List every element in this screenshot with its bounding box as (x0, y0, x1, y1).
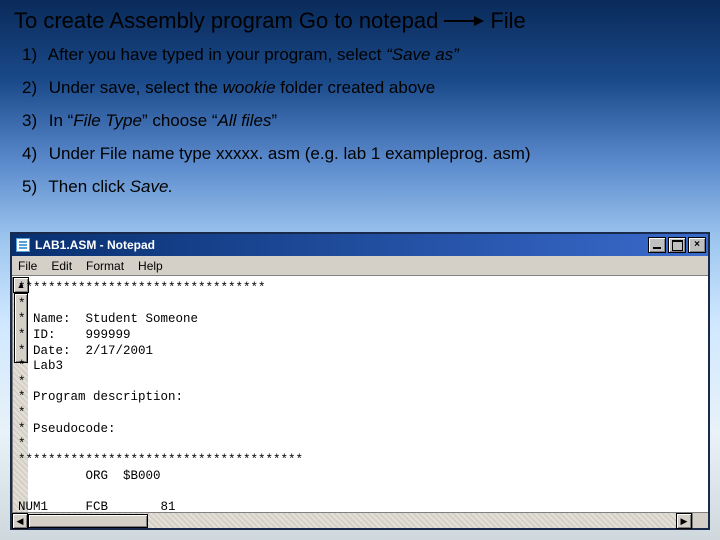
notepad-title-left: LAB1.ASM - Notepad (16, 238, 155, 252)
notepad-inner: ********************************* * * Na… (12, 277, 692, 512)
arrow-right-icon (444, 14, 484, 28)
step-number: 2) (22, 77, 44, 100)
step-number: 3) (22, 110, 44, 133)
scroll-track-horizontal[interactable] (28, 513, 676, 528)
menu-edit[interactable]: Edit (51, 259, 72, 273)
step-text: In “ (49, 111, 74, 130)
slide-title-row: To create Assembly program Go to notepad… (14, 8, 706, 34)
minimize-button[interactable] (648, 237, 666, 253)
scroll-left-button[interactable]: ◀ (12, 513, 28, 529)
step-item: 1) After you have typed in your program,… (22, 44, 706, 67)
menu-format[interactable]: Format (86, 259, 124, 273)
step-item: 4) Under File name type xxxxx. asm (e.g.… (22, 143, 706, 166)
horizontal-scrollbar[interactable]: ◀ ▶ (12, 512, 692, 528)
notepad-title-text: LAB1.ASM - Notepad (35, 238, 155, 252)
step-number: 5) (22, 176, 44, 199)
scroll-right-button[interactable]: ▶ (676, 513, 692, 529)
step-emphasis: wookie (223, 78, 276, 97)
step-item: 5) Then click Save. (22, 176, 706, 199)
step-text-mid: ” choose “ (142, 111, 218, 130)
notepad-client-area: ********************************* * * Na… (12, 276, 708, 528)
menu-file[interactable]: File (18, 259, 37, 273)
slide-title-right: File (490, 8, 525, 34)
window-buttons: × (648, 237, 706, 253)
notepad-menubar: File Edit Format Help (12, 256, 708, 276)
scroll-thumb-horizontal[interactable] (28, 514, 148, 528)
step-text: After you have typed in your program, se… (48, 45, 386, 64)
step-number: 1) (22, 44, 44, 67)
maximize-button[interactable] (668, 237, 686, 253)
step-text: Under save, select the (49, 78, 223, 97)
notepad-text-content[interactable]: ********************************* * * Na… (12, 277, 692, 512)
steps-list: 1) After you have typed in your program,… (14, 44, 706, 199)
step-item: 3) In “File Type” choose “All files” (22, 110, 706, 133)
menu-help[interactable]: Help (138, 259, 163, 273)
step-emphasis-2: All files (218, 111, 272, 130)
step-emphasis: File Type (73, 111, 142, 130)
step-text-post: ” (271, 111, 277, 130)
scroll-corner (692, 512, 708, 528)
notepad-titlebar[interactable]: LAB1.ASM - Notepad × (12, 234, 708, 256)
step-emphasis: Save. (130, 177, 173, 196)
slide-body: To create Assembly program Go to notepad… (0, 0, 720, 199)
step-text: Then click (48, 177, 129, 196)
notepad-app-icon (16, 238, 30, 252)
step-item: 2) Under save, select the wookie folder … (22, 77, 706, 100)
close-button[interactable]: × (688, 237, 706, 253)
step-text-post: folder created above (276, 78, 436, 97)
step-text: Under File name type xxxxx. asm (e.g. la… (49, 144, 531, 163)
notepad-window: LAB1.ASM - Notepad × File Edit Format He… (10, 232, 710, 530)
slide-title-left: To create Assembly program Go to notepad (14, 8, 438, 34)
step-emphasis: “Save as” (386, 45, 459, 64)
step-number: 4) (22, 143, 44, 166)
